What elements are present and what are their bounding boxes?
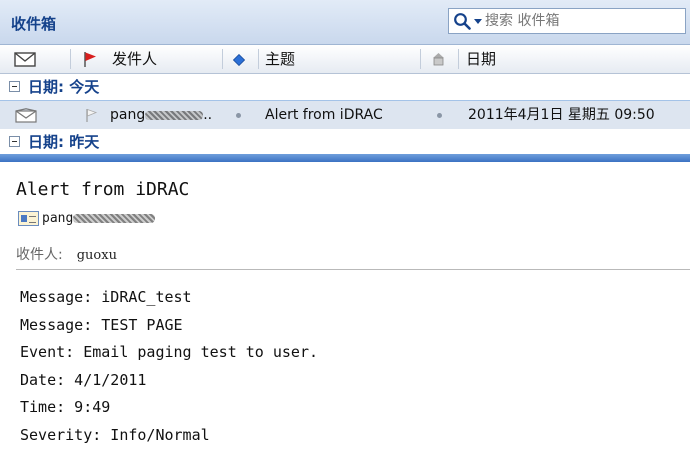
- attachment-dot-icon: [437, 113, 442, 118]
- importance-dot-icon: [236, 113, 241, 118]
- search-options-chevron-down-icon[interactable]: [474, 19, 482, 24]
- group-header-yesterday[interactable]: 日期: 昨天: [0, 129, 690, 156]
- body-line: Severity: Info/Normal: [20, 422, 318, 449]
- column-divider[interactable]: [420, 49, 421, 69]
- column-sender[interactable]: 发件人: [112, 45, 157, 73]
- group-header-today[interactable]: 日期: 今天: [0, 74, 690, 101]
- flag-icon[interactable]: [82, 51, 98, 68]
- pane-splitter[interactable]: [0, 154, 690, 162]
- collapse-toggle-icon[interactable]: [9, 136, 20, 147]
- envelope-icon[interactable]: [14, 52, 36, 67]
- column-header: 发件人 主题 日期: [0, 45, 690, 74]
- collapse-toggle-icon[interactable]: [9, 81, 20, 92]
- column-date[interactable]: 日期: [466, 45, 496, 73]
- flag-outline-icon[interactable]: [84, 108, 98, 123]
- read-envelope-icon: [15, 108, 37, 123]
- reader-sender[interactable]: pang: [18, 210, 155, 228]
- search-icon[interactable]: [453, 12, 471, 30]
- body-line: Message: iDRAC_test: [20, 284, 318, 312]
- reading-pane: Alert from iDRAC pang 收件人: guoxu Message:…: [0, 162, 690, 437]
- reader-subject: Alert from iDRAC: [16, 179, 189, 200]
- search-input[interactable]: [485, 11, 681, 31]
- folder-title: 收件箱: [11, 13, 56, 34]
- contact-card-icon: [18, 211, 39, 226]
- search-box[interactable]: [448, 8, 686, 34]
- body-line: Message: TEST PAGE: [20, 312, 318, 340]
- message-subject: Alert from iDRAC: [265, 101, 415, 129]
- reader-sender-name: pang: [42, 211, 73, 226]
- message-body: Message: iDRAC_test Message: TEST PAGE E…: [20, 284, 318, 449]
- group-label: 日期: 昨天: [28, 129, 99, 155]
- header-divider: [16, 269, 690, 270]
- column-divider[interactable]: [70, 49, 71, 69]
- group-label: 日期: 今天: [28, 74, 99, 100]
- redaction-scribble: [73, 214, 155, 223]
- inbox-header: 收件箱: [0, 0, 690, 45]
- message-sender: pang..: [110, 101, 222, 129]
- column-divider[interactable]: [458, 49, 459, 69]
- importance-diamond-icon[interactable]: [233, 54, 245, 66]
- body-line: Event: Email paging test to user.: [20, 339, 318, 367]
- column-subject[interactable]: 主题: [265, 45, 295, 73]
- sender-name: pang: [110, 107, 145, 123]
- recipient-label: 收件人:: [16, 247, 63, 263]
- body-line: Time: 9:49: [20, 394, 318, 422]
- message-row[interactable]: pang.. Alert from iDRAC 2011年4月1日 星期五 09…: [0, 101, 690, 129]
- recipient-line: 收件人: guoxu: [16, 244, 117, 264]
- attachment-status-icon[interactable]: [431, 52, 446, 67]
- sender-ellipsis: ..: [203, 107, 212, 123]
- redaction-scribble: [145, 111, 203, 120]
- recipient-name[interactable]: guoxu: [77, 248, 117, 263]
- column-divider[interactable]: [222, 49, 223, 69]
- body-line: Date: 4/1/2011: [20, 367, 318, 395]
- column-divider[interactable]: [258, 49, 259, 69]
- message-date: 2011年4月1日 星期五 09:50: [468, 101, 690, 129]
